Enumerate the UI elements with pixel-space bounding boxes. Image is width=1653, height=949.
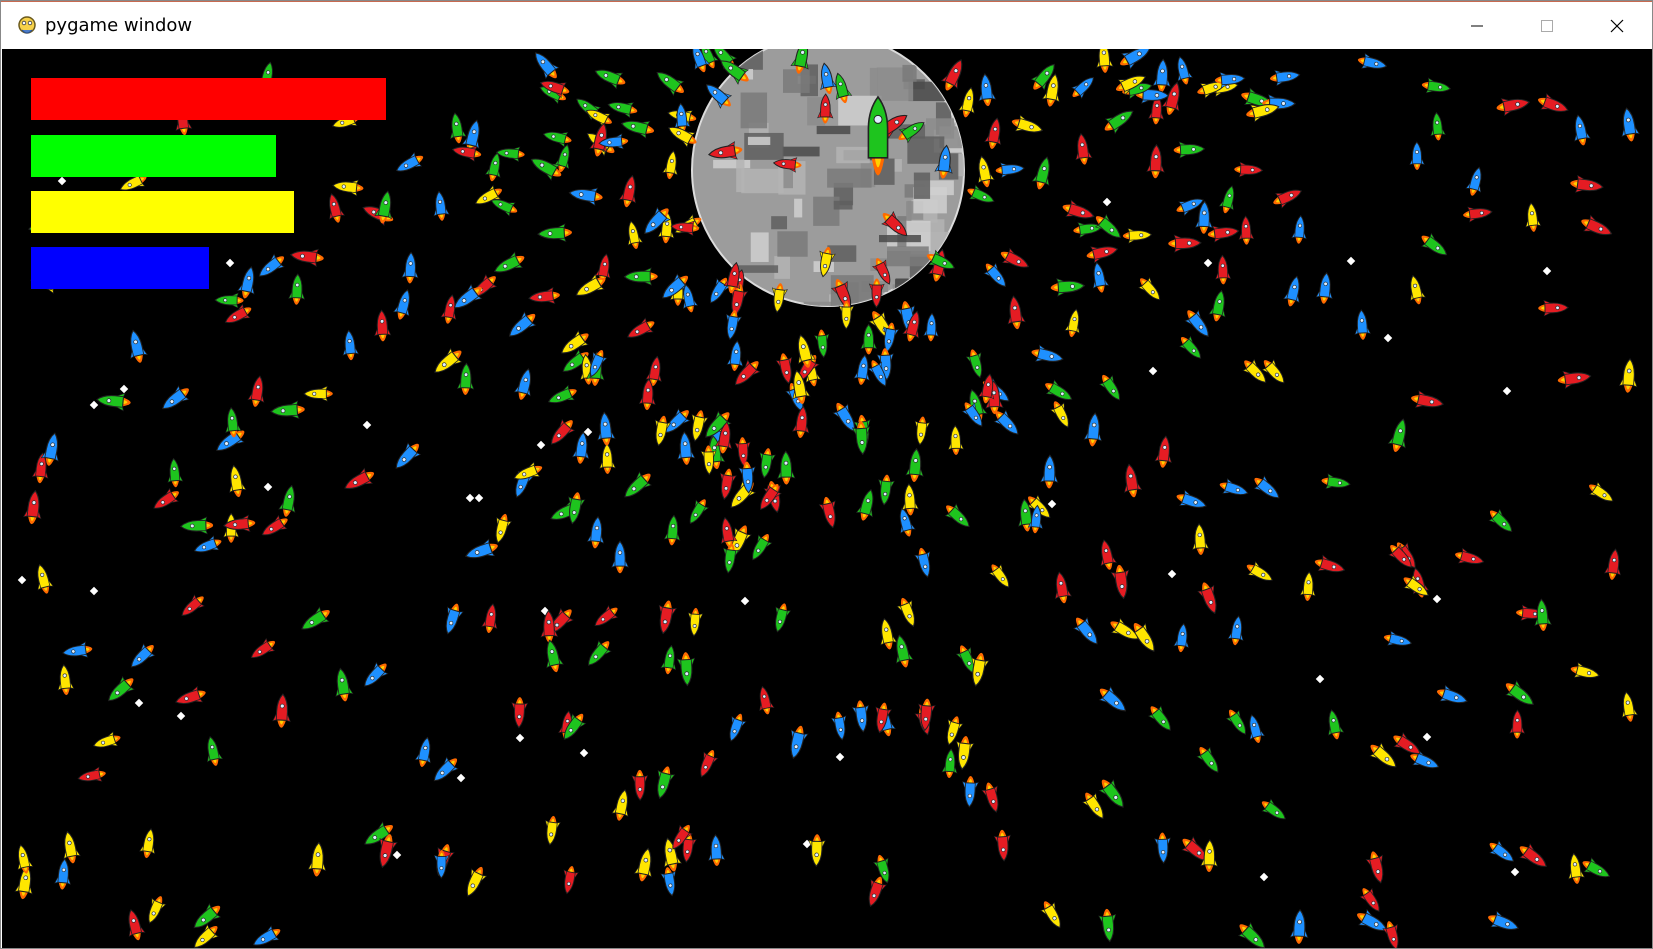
close-icon — [1610, 19, 1624, 32]
minimize-icon — [1471, 25, 1483, 26]
maximize-button[interactable] — [1512, 2, 1582, 49]
pygame-window: pygame window — [0, 0, 1653, 949]
close-button[interactable] — [1582, 2, 1652, 49]
minimize-button[interactable] — [1442, 2, 1512, 49]
game-scene — [2, 49, 1652, 948]
maximize-icon — [1541, 19, 1553, 32]
hud-bar-3 — [31, 191, 294, 233]
title-bar[interactable]: pygame window — [1, 1, 1652, 49]
hud-bar-4 — [31, 247, 209, 289]
window-title: pygame window — [45, 15, 193, 36]
hud-bar-2 — [31, 135, 276, 177]
hud-bar-1 — [31, 78, 386, 120]
game-canvas[interactable] — [2, 49, 1652, 948]
pygame-snake-icon — [18, 16, 36, 34]
